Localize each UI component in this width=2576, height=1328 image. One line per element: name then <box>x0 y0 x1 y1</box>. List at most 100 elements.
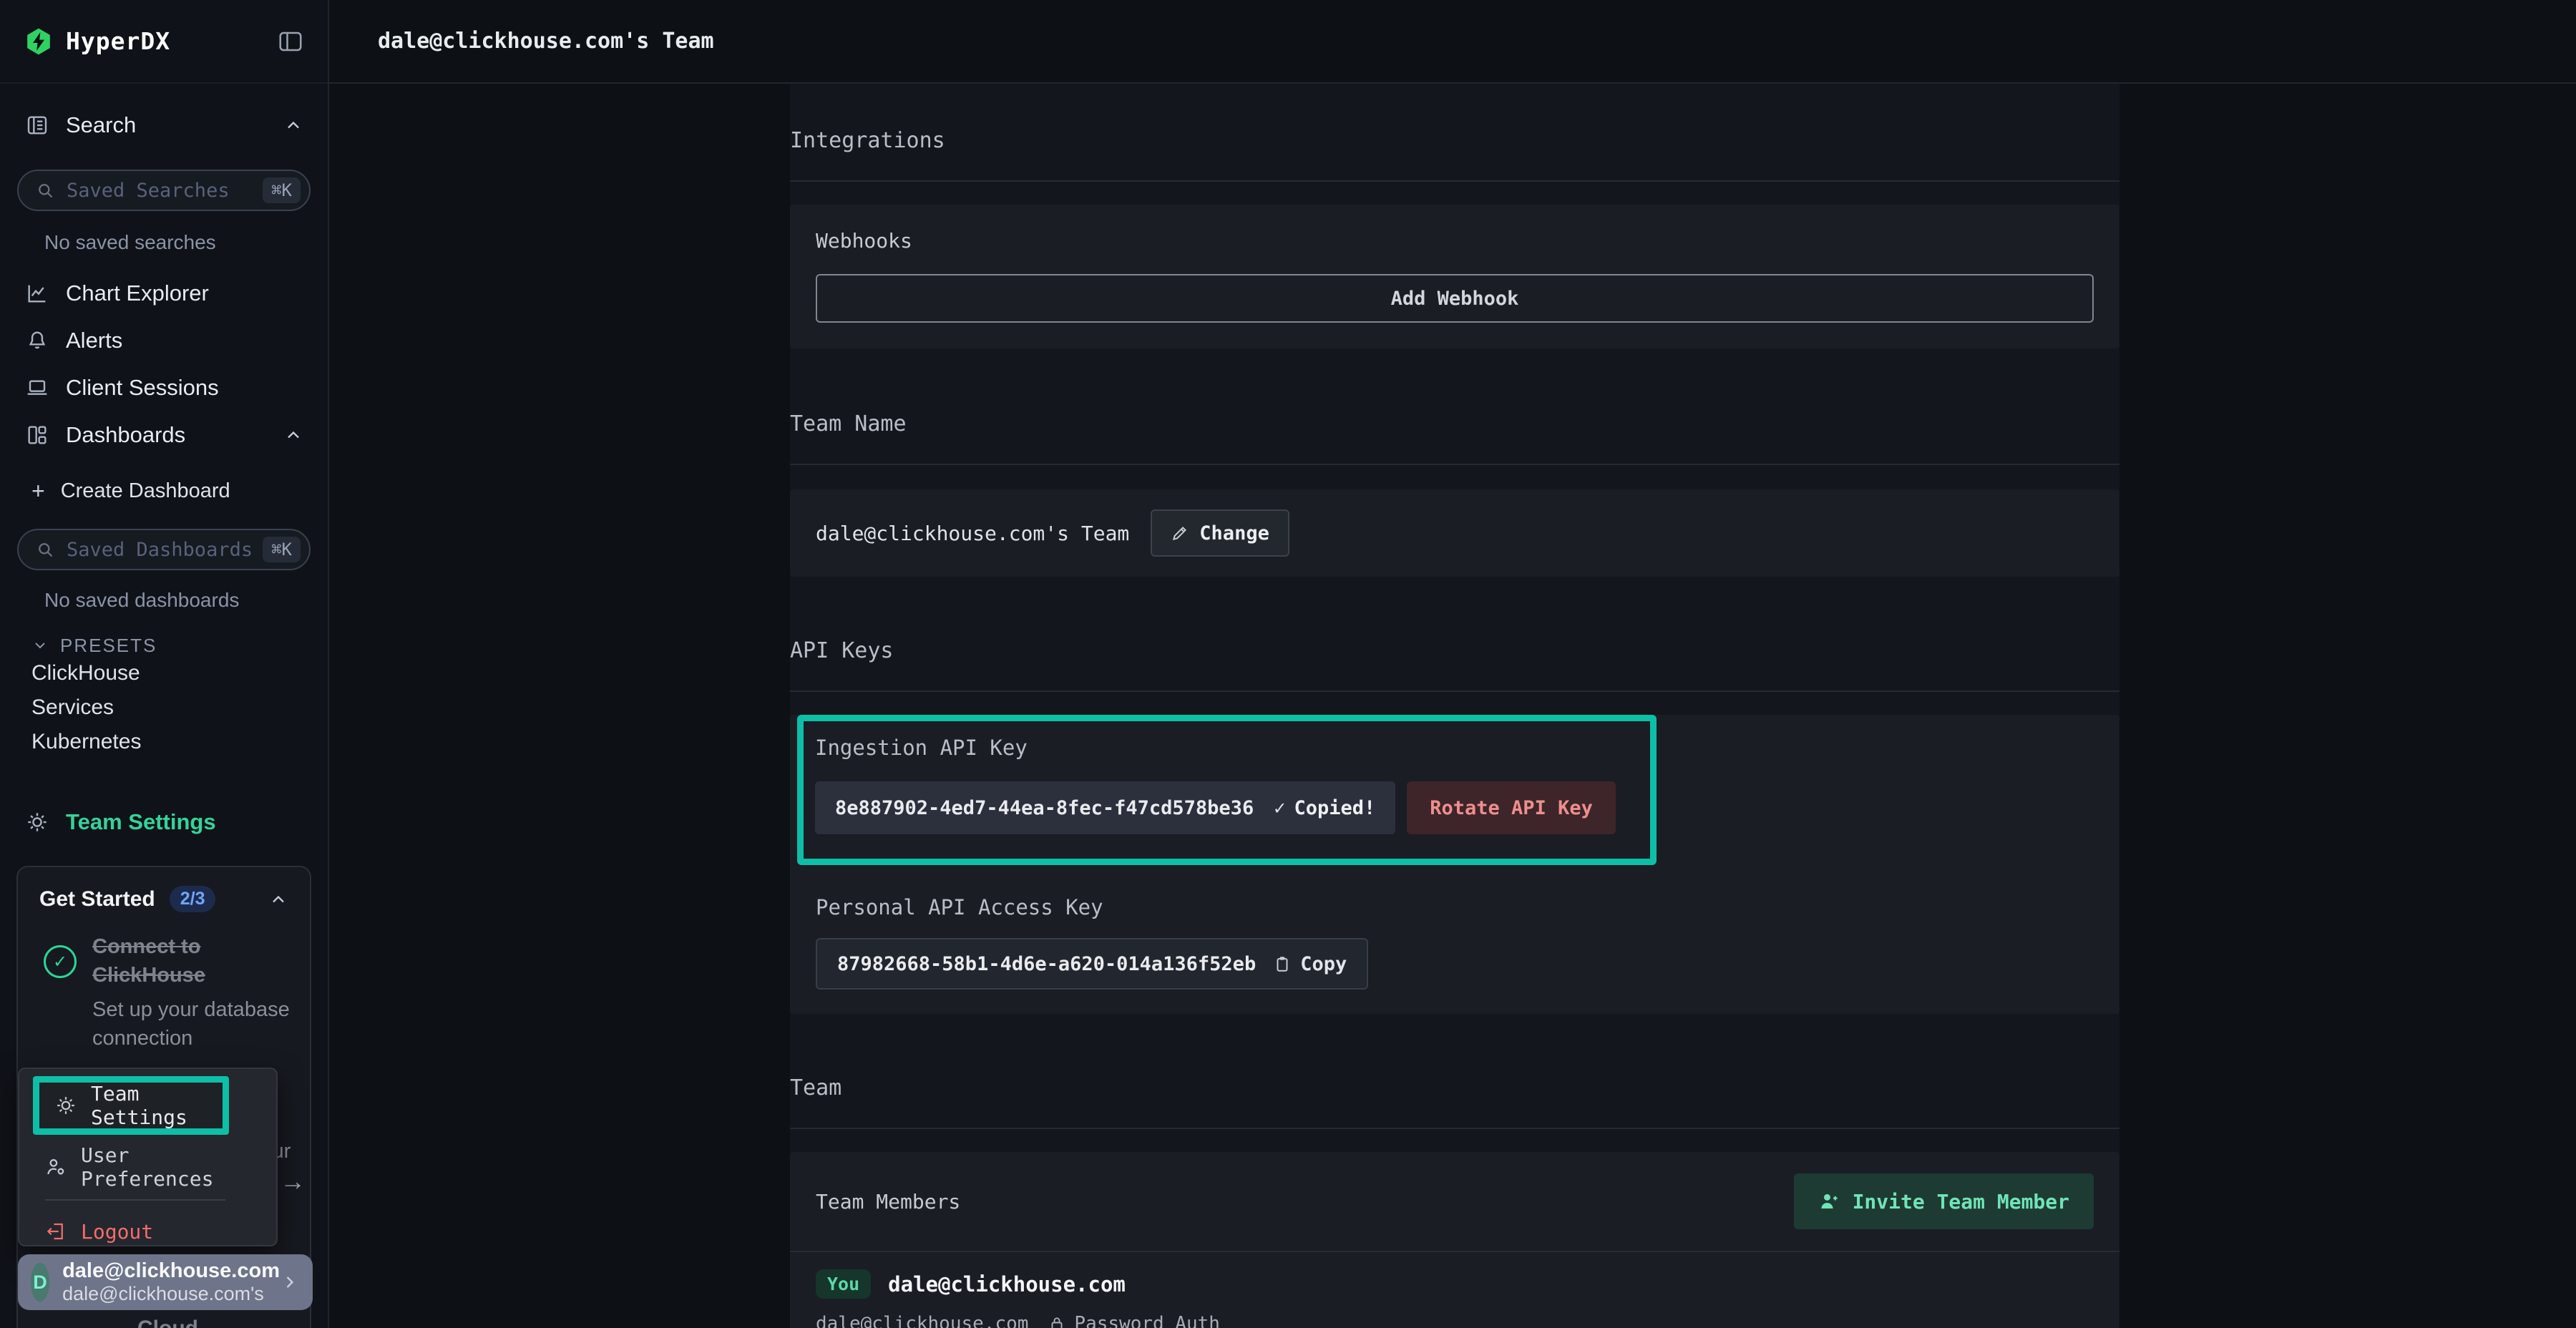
app-window: HyperDX Search ⌘ <box>0 0 2576 1328</box>
menu-divider <box>45 1199 225 1201</box>
preset-clickhouse[interactable]: ClickHouse <box>0 656 328 690</box>
saved-searches-input[interactable]: ⌘K <box>17 170 311 211</box>
gear-icon <box>24 811 50 834</box>
webhooks-card: Webhooks Add Webhook <box>790 205 2119 348</box>
preset-kubernetes[interactable]: Kubernetes <box>0 725 328 759</box>
menu-item-team-settings[interactable]: Team Settings <box>39 1083 223 1128</box>
logo-row: HyperDX <box>0 0 328 84</box>
sidebar-item-team-settings[interactable]: Team Settings <box>0 806 328 838</box>
sidebar-item-label: Dashboards <box>66 422 185 448</box>
team-members-label: Team Members <box>816 1190 960 1214</box>
page-header: dale@clickhouse.com's Team <box>329 0 2576 84</box>
team-name-value: dale@clickhouse.com's Team <box>816 522 1129 545</box>
chevron-down-icon <box>31 637 49 654</box>
create-dashboard-button[interactable]: + Create Dashboard <box>0 469 328 513</box>
saved-dashboards-field[interactable] <box>67 539 263 561</box>
dashboards-icon <box>24 424 50 446</box>
menu-item-logout[interactable]: Logout <box>19 1209 276 1254</box>
menu-item-user-preferences[interactable]: User Preferences <box>19 1145 276 1189</box>
rotate-api-key-button[interactable]: Rotate API Key <box>1407 781 1616 834</box>
presets-toggle[interactable]: PRESETS <box>31 635 328 656</box>
webhooks-label: Webhooks <box>816 229 2094 253</box>
menu-item-label: Team Settings <box>91 1082 207 1129</box>
saved-dashboards-input[interactable]: ⌘K <box>17 529 311 570</box>
sidebar-item-client-sessions[interactable]: Client Sessions <box>0 364 328 411</box>
bell-icon <box>24 329 50 352</box>
chart-icon <box>24 282 50 305</box>
search-section-icon <box>24 114 50 137</box>
saved-searches-field[interactable] <box>67 180 263 202</box>
copied-label: Copied! <box>1294 797 1375 819</box>
chevron-up-icon[interactable] <box>283 115 303 135</box>
settings-column: Integrations Webhooks Add Webhook Team N… <box>790 84 2119 1328</box>
user-account-chip[interactable]: D dale@clickhouse.com dale@clickhouse.co… <box>18 1254 313 1310</box>
personal-api-key-label: Personal API Access Key <box>816 895 2094 919</box>
invite-button-label: Invite Team Member <box>1853 1190 2069 1214</box>
team-members-card: Team Members Invite Team Member <box>790 1152 2119 1328</box>
copy-button-label: Copy <box>1300 953 1347 975</box>
logout-icon <box>45 1221 67 1242</box>
settings-content: Integrations Webhooks Add Webhook Team N… <box>329 84 2576 1328</box>
task-partial-text: Cloud <box>137 1317 198 1328</box>
user-email: dale@clickhouse.com <box>62 1259 280 1283</box>
sidebar-item-search[interactable]: Search <box>0 109 328 141</box>
preset-services[interactable]: Services <box>0 690 328 725</box>
get-started-title: Get Started <box>39 887 155 912</box>
personal-api-key-chip[interactable]: 87982668-58b1-4d6e-a620-014a136f52eb Cop… <box>816 938 1368 990</box>
get-started-header[interactable]: Get Started 2/3 <box>18 867 310 919</box>
you-badge: You <box>816 1269 871 1299</box>
search-icon <box>36 540 55 560</box>
user-gear-icon <box>45 1156 67 1178</box>
member-email: dale@clickhouse.com <box>816 1313 1028 1328</box>
annotation-box-team-settings: Team Settings <box>33 1076 229 1135</box>
user-plus-icon <box>1818 1191 1840 1212</box>
section-divider <box>790 180 2119 182</box>
sidebar-item-dashboards[interactable]: Dashboards <box>0 411 328 459</box>
task-arrow-icon: → <box>280 1166 306 1196</box>
sidebar-collapse-icon[interactable] <box>278 29 303 54</box>
team-name-heading: Team Name <box>790 411 2119 436</box>
laptop-icon <box>24 376 50 399</box>
sidebar-item-alerts[interactable]: Alerts <box>0 317 328 364</box>
team-settings-label: Team Settings <box>66 809 216 835</box>
section-divider <box>790 464 2119 465</box>
task-subtitle: connection <box>92 1024 290 1053</box>
menu-item-label: User Preferences <box>81 1143 250 1191</box>
search-icon <box>36 181 55 200</box>
task-subtitle: Set up your database <box>92 995 290 1024</box>
progress-badge: 2/3 <box>170 886 216 912</box>
presets-label: PRESETS <box>60 635 157 657</box>
sidebar-item-chart-explorer[interactable]: Chart Explorer <box>0 270 328 317</box>
task-connect-clickhouse[interactable]: ✓ Connect to ClickHouse Set up your data… <box>18 932 310 1053</box>
team-member-row: You dale@clickhouse.com dale@clickhouse.… <box>790 1252 2119 1328</box>
chevron-up-icon[interactable] <box>283 425 303 445</box>
annotation-box-ingestion-key: Ingestion API Key 8e887902-4ed7-44ea-8fe… <box>797 715 1657 865</box>
hyperdx-logo-icon <box>24 27 53 56</box>
change-button-label: Change <box>1199 522 1269 545</box>
personal-api-key-value: 87982668-58b1-4d6e-a620-014a136f52eb <box>837 953 1256 975</box>
add-webhook-button[interactable]: Add Webhook <box>816 274 2094 323</box>
invite-team-member-button[interactable]: Invite Team Member <box>1794 1173 2094 1229</box>
sidebar-item-label: Chart Explorer <box>66 280 209 306</box>
menu-item-label: Logout <box>81 1220 153 1244</box>
sidebar-nav: Chart Explorer Alerts Client Sessions Da… <box>0 270 328 459</box>
gear-icon <box>55 1095 77 1116</box>
shortcut-badge: ⌘K <box>263 177 301 203</box>
preset-label: ClickHouse <box>31 661 140 685</box>
account-menu-popup: Team Settings User Preferences <box>18 1068 278 1246</box>
sidebar: HyperDX Search ⌘ <box>0 0 329 1328</box>
preset-label: Services <box>31 695 114 720</box>
user-team-name: dale@clickhouse.com's <box>62 1283 280 1305</box>
team-name-card: dale@clickhouse.com's Team Change <box>790 489 2119 577</box>
task-title: Connect to <box>92 932 290 961</box>
api-keys-card: Ingestion API Key 8e887902-4ed7-44ea-8fe… <box>790 715 2119 1014</box>
page-title: dale@clickhouse.com's Team <box>378 29 714 54</box>
sidebar-item-label: Search <box>66 112 136 138</box>
ingestion-api-key-value: 8e887902-4ed7-44ea-8fec-f47cd578be36 <box>835 797 1254 819</box>
section-divider <box>790 1128 2119 1129</box>
ingestion-api-key-chip[interactable]: 8e887902-4ed7-44ea-8fec-f47cd578be36 ✓ C… <box>815 781 1395 834</box>
chevron-up-icon[interactable] <box>268 889 288 909</box>
sidebar-item-label: Alerts <box>66 328 122 353</box>
no-saved-searches-text: No saved searches <box>44 231 328 254</box>
change-team-name-button[interactable]: Change <box>1151 509 1289 557</box>
